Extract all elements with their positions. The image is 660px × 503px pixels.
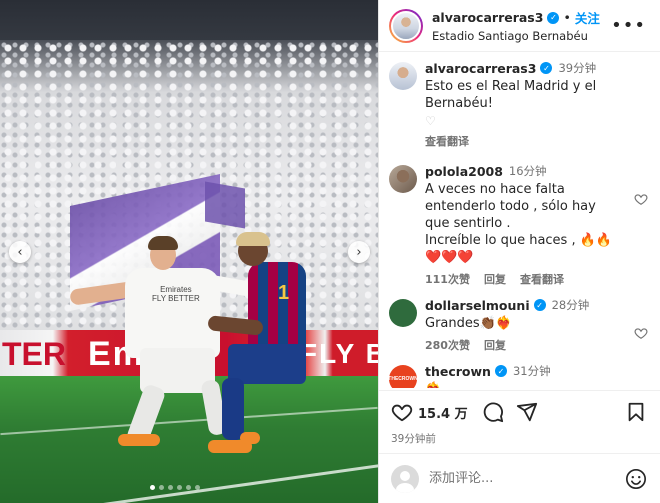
- post-photo[interactable]: TER Emir FLY BE Emirates FLY BETTER 1 ‹ …: [0, 0, 378, 503]
- author-username[interactable]: alvarocarreras3: [432, 10, 543, 25]
- player-barca-hair: [236, 232, 270, 246]
- follow-button[interactable]: 关注: [575, 8, 600, 27]
- comment-meta-item[interactable]: 查看翻译: [520, 271, 564, 287]
- heart-icon[interactable]: ♡: [425, 114, 624, 128]
- more-options-icon[interactable]: •••: [611, 15, 646, 36]
- comment-icon[interactable]: [482, 401, 504, 423]
- comment-text: ❤️‍🔥: [425, 381, 624, 388]
- comment-meta: 280次赞 回复: [425, 337, 624, 353]
- player-number: 1: [278, 282, 290, 304]
- comment-input[interactable]: [429, 471, 625, 486]
- player-white-boot: [118, 434, 160, 446]
- bookmark-icon[interactable]: [625, 401, 647, 423]
- jersey-sponsor: Emirates FLY BETTER: [152, 285, 200, 303]
- commenter-username[interactable]: thecrown: [425, 364, 491, 379]
- comment-time: 28分钟: [551, 298, 590, 312]
- comment-meta: 查看翻译: [425, 133, 624, 149]
- pitch: [0, 376, 378, 503]
- carousel-prev-button[interactable]: ‹: [9, 241, 31, 263]
- carousel-dots: [150, 485, 200, 490]
- comment-meta-item[interactable]: 回复: [484, 337, 506, 353]
- carousel-next-button[interactable]: ›: [348, 241, 370, 263]
- heart-icon[interactable]: [391, 401, 413, 423]
- commenter-username[interactable]: polola2008: [425, 164, 503, 179]
- current-user-avatar: [391, 464, 419, 493]
- commenter-avatar-text: THECROWN: [388, 376, 418, 382]
- ad-text-left: TER: [2, 336, 66, 372]
- post-location[interactable]: Estadio Santiago Bernabéu: [432, 29, 600, 43]
- comment-item: THECROWN thecrown✓ 31分钟 ❤️‍🔥: [388, 363, 650, 388]
- commenter-avatar[interactable]: [389, 299, 417, 327]
- post-header: alvarocarreras3 ✓ • 关注 Estadio Santiago …: [379, 0, 660, 52]
- emoji-icon[interactable]: [625, 468, 647, 490]
- comment-text: A veces no hace falta entenderlo todo , …: [425, 182, 613, 265]
- player-white-hair: [148, 236, 178, 250]
- comment-meta-item[interactable]: 回复: [484, 271, 506, 287]
- commenter-avatar[interactable]: THECROWN: [388, 365, 418, 388]
- comment-meta: 111次赞 回复 查看翻译: [425, 271, 624, 287]
- commenter-username[interactable]: alvarocarreras3: [425, 61, 536, 76]
- player-white-boot: [240, 432, 260, 444]
- verified-icon: ✓: [533, 299, 546, 311]
- carousel-dot: [186, 485, 191, 490]
- comment-list: alvarocarreras3 ✓ 39分钟 Esto es el Real Madr…: [379, 52, 660, 388]
- post-timestamp: 39分钟前: [391, 433, 436, 445]
- carousel-dot: [195, 485, 200, 490]
- comment-item: dollarselmouni ✓ 28分钟 Grandes👏🏾❤️‍🔥 280次赞 回复: [389, 297, 650, 353]
- player-barca-torso: [248, 262, 306, 354]
- carousel-dot: [168, 485, 173, 490]
- author-avatar-ring[interactable]: [389, 8, 423, 43]
- commenter-username[interactable]: dollarselmouni: [425, 298, 530, 313]
- carousel-dot: [159, 485, 164, 490]
- verified-icon: ✓: [494, 365, 507, 377]
- ad-text-right: FLY BE: [300, 338, 378, 369]
- comment-text: Esto es el Real Madrid y el Bernabéu!: [425, 79, 597, 111]
- commenter-avatar[interactable]: [389, 62, 417, 90]
- purple-flag-small: [205, 181, 245, 229]
- comment-time: 31分钟: [512, 364, 551, 378]
- post-sidebar: alvarocarreras3 ✓ • 关注 Estadio Santiago …: [378, 0, 660, 503]
- comment-item: polola2008 16分钟 A veces no hace falta ente…: [389, 163, 650, 287]
- separator: •: [563, 10, 571, 25]
- commenter-avatar[interactable]: [389, 165, 417, 193]
- author-avatar[interactable]: [391, 10, 421, 41]
- comment-meta-item[interactable]: 查看翻译: [425, 133, 469, 149]
- like-count[interactable]: 15.4 万: [418, 403, 468, 422]
- carousel-dot: [150, 485, 155, 490]
- action-bar: 15.4 万 39分钟前: [379, 390, 660, 446]
- share-icon[interactable]: [516, 401, 538, 423]
- verified-icon: ✓: [540, 62, 553, 74]
- verified-icon: ✓: [547, 11, 560, 24]
- comment-composer: [379, 453, 660, 503]
- comment-time: 39分钟: [558, 61, 597, 75]
- player-barca-leg: [222, 378, 244, 440]
- carousel-dot: [177, 485, 182, 490]
- comment-text: Grandes👏🏾❤️‍🔥: [425, 316, 513, 331]
- heart-icon[interactable]: [634, 191, 648, 205]
- heart-icon[interactable]: [634, 325, 648, 339]
- comment-time: 16分钟: [508, 164, 547, 178]
- comment-meta-item[interactable]: 280次赞: [425, 337, 470, 353]
- comment-item: alvarocarreras3 ✓ 39分钟 Esto es el Real Madr…: [389, 60, 650, 149]
- comment-meta-item[interactable]: 111次赞: [425, 271, 470, 287]
